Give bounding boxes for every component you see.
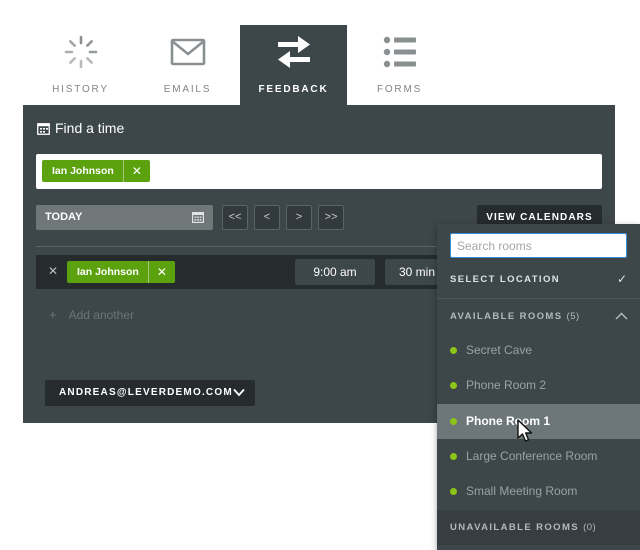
list-icon [383,36,416,68]
prev-day-button[interactable]: < [254,205,280,230]
calendar-icon [37,122,50,135]
available-dot [450,453,457,460]
divider [36,246,456,247]
room-label: Small Meeting Room [466,484,578,498]
spinner-icon [64,35,97,69]
checkmark-icon: ✓ [616,272,627,286]
select-location-label: SELECT LOCATION [450,274,561,285]
chevron-up-icon [615,312,628,320]
select-location-option[interactable]: SELECT LOCATION ✓ [437,262,640,297]
tab-history[interactable]: HISTORY [27,25,134,105]
room-dropdown: SELECT LOCATION ✓ AVAILABLE ROOMS (5) Se… [437,224,640,550]
date-field-value: TODAY [45,211,83,223]
room-option-secret-cave[interactable]: Secret Cave [437,333,640,368]
available-rooms-count: (5) [566,311,580,322]
add-another-label: Add another [68,308,134,322]
envelope-icon [170,38,205,66]
room-option-small-meeting-room[interactable]: Small Meeting Room [437,474,640,509]
chip-label: Ian Johnson [42,160,124,182]
room-option-large-conference-room[interactable]: Large Conference Room [437,439,640,474]
plus-icon: + [49,307,57,322]
available-rooms-label: AVAILABLE ROOMS [450,311,563,322]
unavailable-rooms-count: (0) [583,522,597,533]
tab-label: EMAILS [163,84,212,95]
room-label: Secret Cave [466,343,533,357]
next-day-button[interactable]: > [286,205,312,230]
available-dot [450,418,457,425]
room-label: Phone Room 1 [466,414,551,428]
remove-row-button[interactable]: ✕ [48,264,58,278]
prev-week-button[interactable]: << [222,205,248,230]
tab-label: HISTORY [52,84,109,95]
room-label: Large Conference Room [466,449,598,463]
swap-arrows-icon [277,36,310,68]
calendar-icon [192,212,204,223]
remove-interviewer-button[interactable]: ✕ [149,265,175,279]
tab-emails[interactable]: EMAILS [134,25,241,105]
tab-label: FORMS [376,84,423,95]
interviewer-chip: Ian Johnson ✕ [67,261,175,283]
chip-label: Ian Johnson [67,261,149,283]
remove-attendee-button[interactable]: ✕ [124,164,150,178]
attendee-chip: Ian Johnson ✕ [42,160,150,182]
panel-title: Find a time [37,119,124,137]
unavailable-rooms-header[interactable]: UNAVAILABLE ROOMS (0) [437,510,640,545]
interview-row: ✕ Ian Johnson ✕ 9:00 am 30 min [36,255,456,289]
search-rooms-input[interactable] [450,233,627,258]
available-dot [450,488,457,495]
date-field[interactable]: TODAY [36,205,213,230]
tab-label: FEEDBACK [258,84,329,95]
tab-forms[interactable]: FORMS [346,25,453,105]
available-rooms-header[interactable]: AVAILABLE ROOMS (5) [437,298,640,333]
tab-feedback[interactable]: FEEDBACK [240,25,347,105]
chevron-down-icon [233,388,245,397]
unavailable-rooms-label: UNAVAILABLE ROOMS [450,522,580,533]
next-week-button[interactable]: >> [318,205,344,230]
account-label: ANDREAS@LEVERDEMO.COM [59,387,233,398]
room-option-phone-room-1[interactable]: Phone Room 1 [437,404,640,439]
start-time-field[interactable]: 9:00 am [295,259,375,285]
panel-title-text: Find a time [55,120,125,136]
available-dot [450,382,457,389]
add-another-link[interactable]: + Add another [49,307,134,322]
account-dropdown[interactable]: ANDREAS@LEVERDEMO.COM [45,380,255,406]
room-option-phone-room-2[interactable]: Phone Room 2 [437,368,640,403]
attendee-input[interactable]: Ian Johnson ✕ [36,154,602,189]
room-label: Phone Room 2 [466,378,547,392]
available-dot [450,347,457,354]
